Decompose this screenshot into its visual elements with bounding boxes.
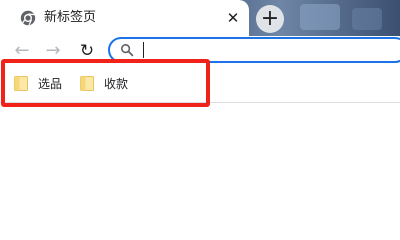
tab-new-tab[interactable]: 新标签页 ✕ xyxy=(0,0,249,36)
tab-strip: 新标签页 ✕ + xyxy=(0,0,400,36)
chrome-icon xyxy=(20,10,36,26)
tab-title: 新标签页 xyxy=(44,10,97,25)
search-icon xyxy=(120,43,134,57)
background-blur xyxy=(352,8,382,30)
new-tab-button[interactable]: + xyxy=(256,5,284,33)
background-blur xyxy=(300,4,340,30)
close-icon[interactable]: ✕ xyxy=(223,8,243,28)
address-input[interactable] xyxy=(142,41,342,59)
text-caret xyxy=(143,42,144,58)
highlight-annotation-box xyxy=(1,59,210,107)
